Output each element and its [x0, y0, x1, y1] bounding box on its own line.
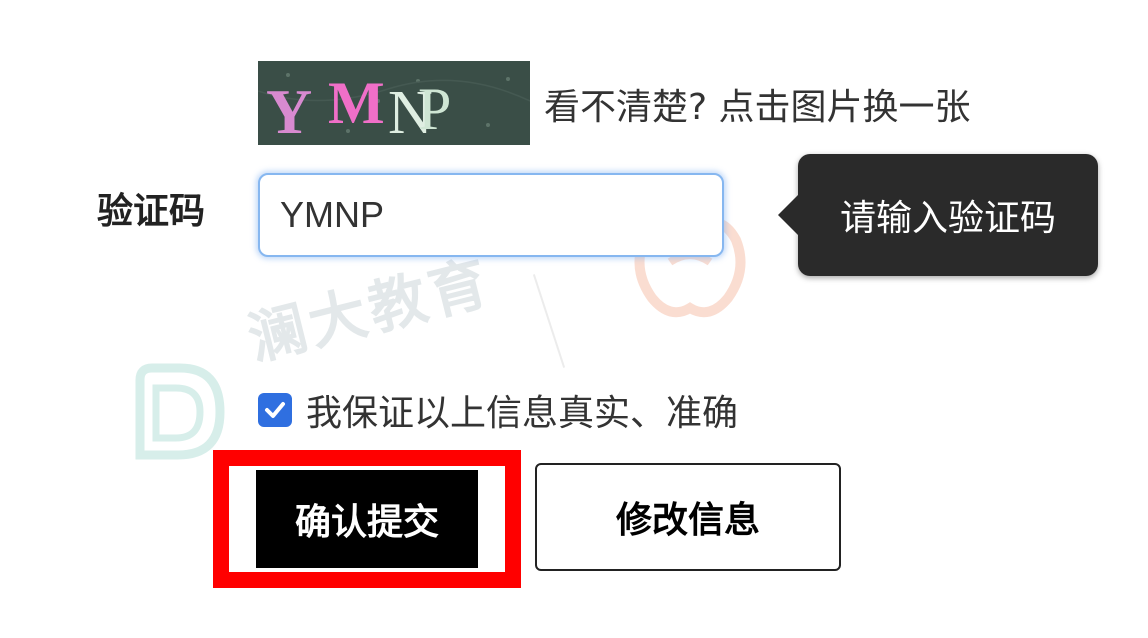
verification-code-label: 验证码 — [97, 191, 206, 232]
modify-info-button[interactable]: 修改信息 — [535, 463, 841, 571]
checkmark-icon — [265, 402, 285, 418]
captcha-char: Y — [266, 76, 312, 145]
agreement-checkbox[interactable] — [258, 393, 292, 427]
verification-code-input[interactable] — [258, 173, 724, 257]
captcha-image[interactable]: Y M N P — [258, 61, 530, 145]
tooltip-text: 请输入验证码 — [839, 198, 1056, 239]
captcha-refresh-hint[interactable]: 看不清楚? 点击图片换一张 — [544, 78, 971, 130]
captcha-char: P — [418, 76, 451, 142]
watermark-divider — [532, 274, 566, 368]
tooltip-arrow — [778, 195, 798, 235]
captcha-char: M — [328, 70, 385, 136]
agreement-label: 我保证以上信息真实、准确 — [306, 393, 739, 434]
validation-tooltip: 请输入验证码 — [778, 154, 1098, 276]
agreement-checkbox-row[interactable]: 我保证以上信息真实、准确 — [258, 384, 738, 436]
confirm-submit-button[interactable]: 确认提交 — [256, 470, 478, 568]
verification-page: 澜大教育 Y M N P 看不清楚? 点击图片换一张 验证码 请输入验证码 — [0, 0, 1148, 638]
